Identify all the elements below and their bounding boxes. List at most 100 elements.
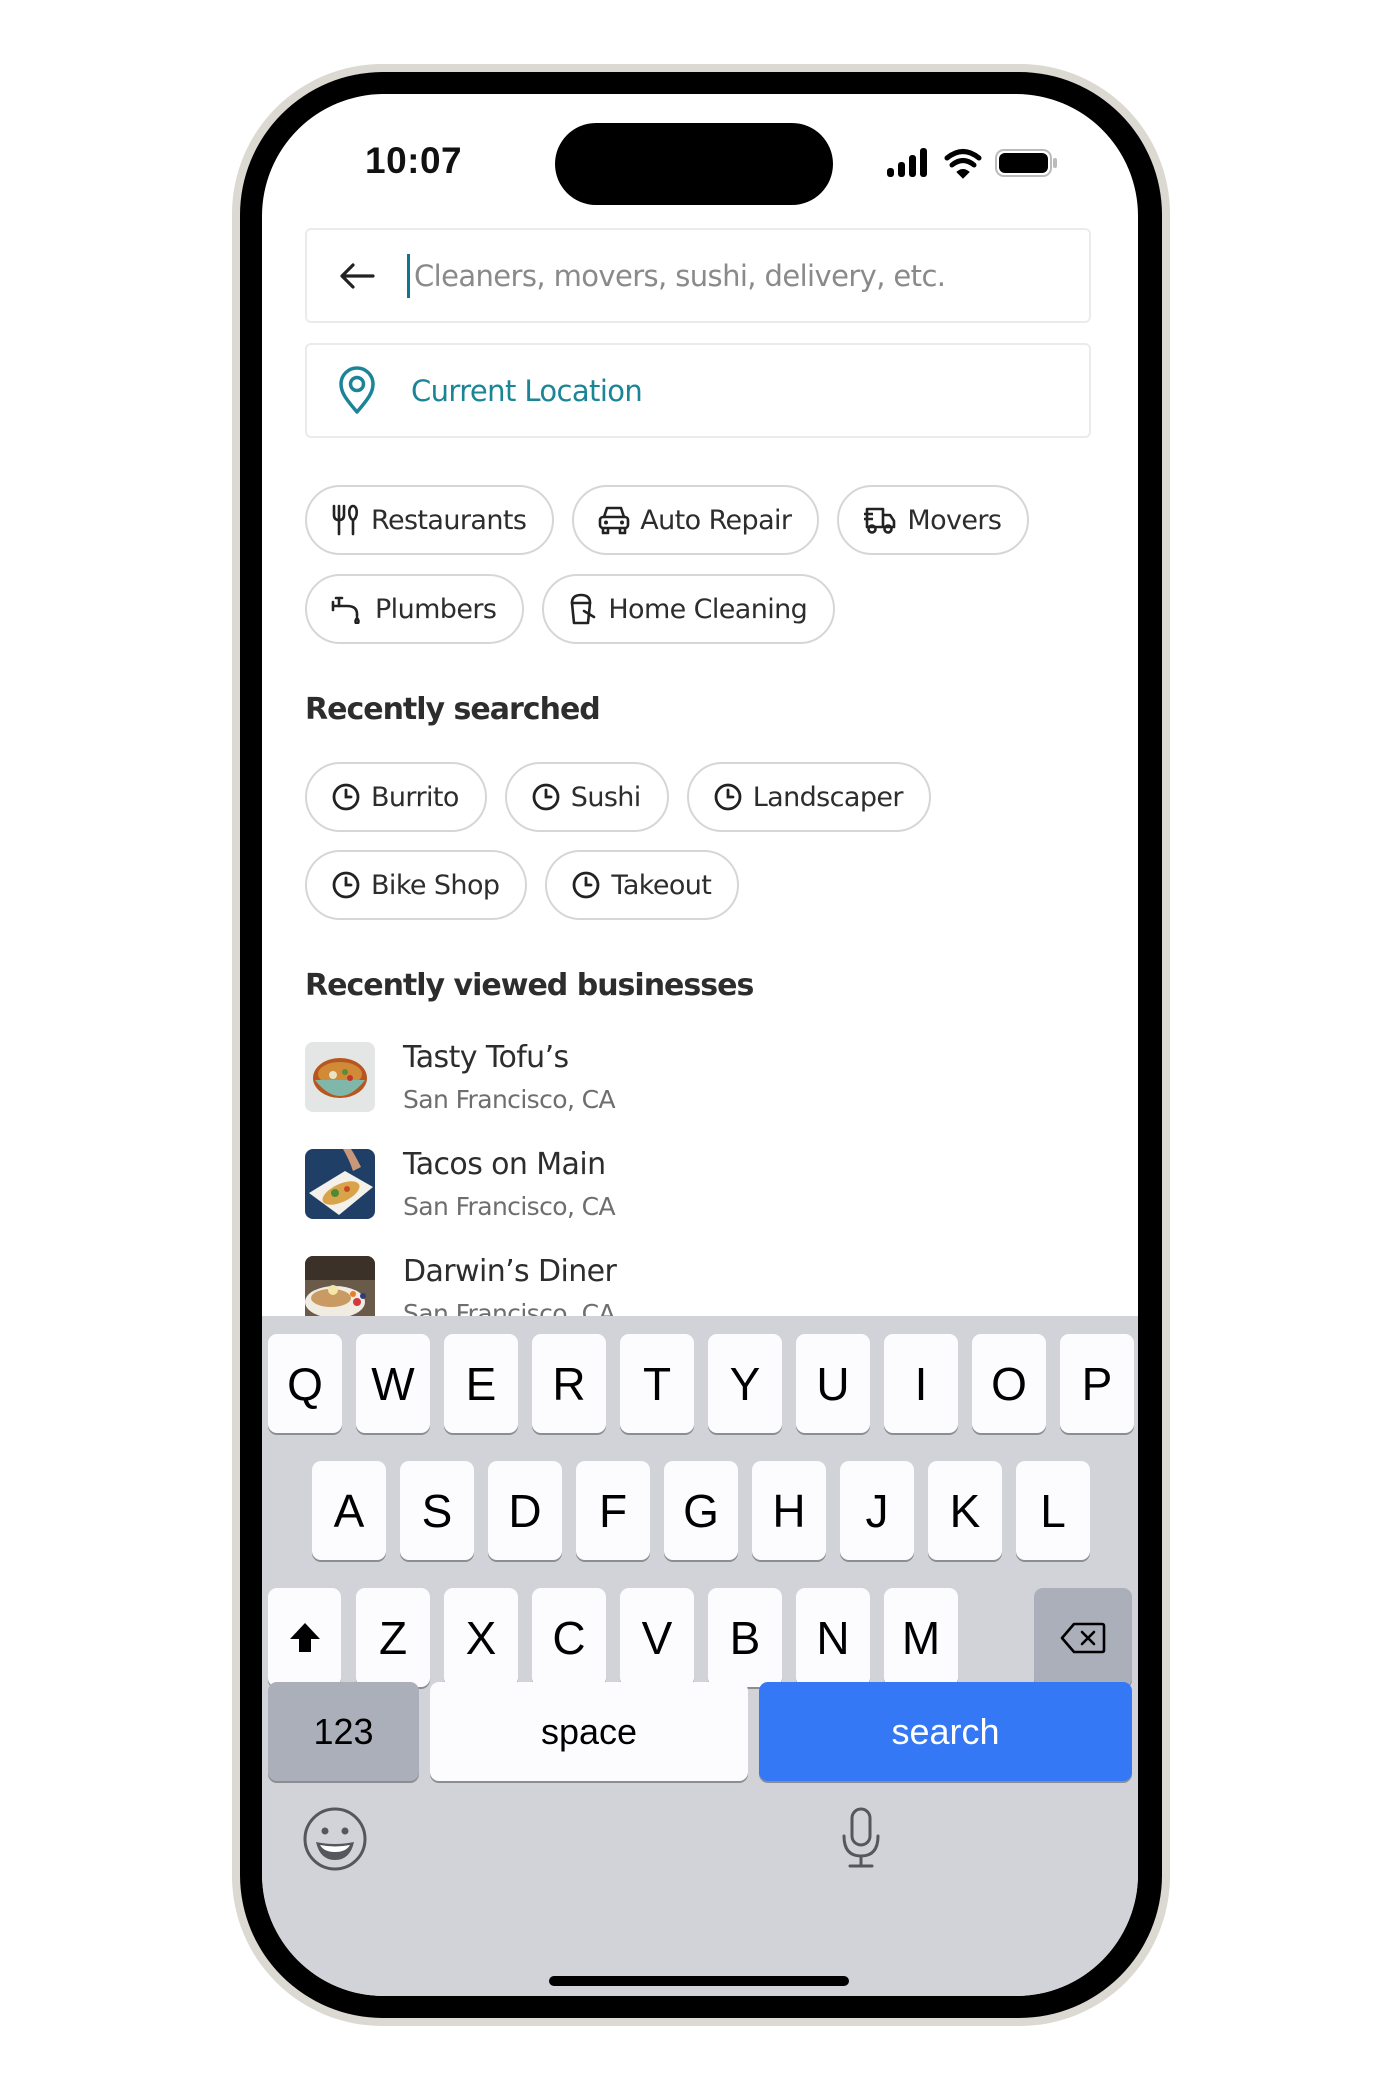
category-chips-row: Plumbers Home Cleaning — [305, 574, 836, 644]
recent-search-chip[interactable]: Bike Shop — [305, 850, 528, 920]
chip-label: Bike Shop — [371, 869, 500, 901]
microphone-icon — [842, 1807, 880, 1868]
chip-home-cleaning[interactable]: Home Cleaning — [542, 574, 836, 644]
chip-label: Movers — [907, 504, 1002, 536]
space-key-label: space — [540, 1710, 638, 1752]
clock-icon — [532, 783, 560, 811]
key-x[interactable]: X — [444, 1588, 518, 1687]
arrow-left-icon[interactable] — [307, 261, 407, 291]
location-field[interactable]: Current Location — [305, 343, 1091, 438]
truck-icon — [864, 507, 896, 534]
chip-label: Restaurants — [371, 504, 527, 536]
faucet-icon — [331, 596, 360, 624]
key-a[interactable]: A — [312, 1461, 386, 1560]
key-t[interactable]: T — [620, 1334, 694, 1433]
key-u[interactable]: U — [796, 1334, 870, 1433]
chip-label: Landscaper — [752, 781, 904, 813]
chip-plumbers[interactable]: Plumbers — [305, 574, 525, 644]
emoji-icon — [303, 1807, 367, 1871]
recently-searched-title: Recently searched — [305, 692, 601, 727]
chip-restaurants[interactable]: Restaurants — [305, 485, 555, 555]
emoji-button[interactable] — [302, 1806, 368, 1877]
chip-label: Plumbers — [375, 593, 497, 625]
chip-movers[interactable]: Movers — [837, 485, 1030, 555]
chip-auto-repair[interactable]: Auto Repair — [572, 485, 820, 555]
key-d[interactable]: D — [488, 1461, 562, 1560]
key-p[interactable]: P — [1060, 1334, 1134, 1433]
phone-screen: 10:07 Cleaners, movers, sushi, delivery,… — [262, 94, 1138, 1996]
search-key-label: search — [891, 1710, 1000, 1752]
numbers-key-label: 123 — [313, 1710, 374, 1752]
key-z[interactable]: Z — [356, 1588, 430, 1687]
key-m[interactable]: M — [884, 1588, 958, 1687]
clock-icon — [714, 783, 742, 811]
keyboard: QWERTYUIOP ASDFGHJKL ZXCVBNM 123 space s… — [262, 1316, 1138, 1996]
category-chips-row: Restaurants Auto Repair Movers — [305, 485, 1030, 555]
search-field[interactable] — [305, 228, 1091, 323]
key-e[interactable]: E — [444, 1334, 518, 1433]
shift-key[interactable] — [268, 1588, 341, 1687]
recent-search-chip[interactable]: Burrito — [305, 762, 487, 832]
chip-label: Auto Repair — [640, 504, 792, 536]
key-g[interactable]: G — [664, 1461, 738, 1560]
shift-icon — [289, 1622, 320, 1652]
business-location: San Francisco, CA — [403, 1085, 616, 1114]
business-location: San Francisco, CA — [403, 1192, 616, 1221]
key-h[interactable]: H — [752, 1461, 826, 1560]
battery-icon — [995, 149, 1057, 177]
recently-viewed-title: Recently viewed businesses — [305, 968, 754, 1003]
numbers-key[interactable]: 123 — [268, 1682, 419, 1781]
search-key[interactable]: search — [759, 1682, 1132, 1781]
recent-search-chip[interactable]: Takeout — [545, 850, 740, 920]
key-c[interactable]: C — [532, 1588, 606, 1687]
key-w[interactable]: W — [356, 1334, 430, 1433]
business-name: Tacos on Main — [403, 1147, 606, 1182]
delete-key[interactable] — [1034, 1588, 1132, 1687]
key-f[interactable]: F — [576, 1461, 650, 1560]
wifi-icon — [944, 149, 982, 179]
recent-search-chip[interactable]: Landscaper — [686, 762, 931, 832]
business-list-item[interactable]: Tasty Tofu’s San Francisco, CA — [305, 1038, 1005, 1138]
status-time: 10:07 — [365, 140, 463, 181]
recent-chips-row: Bike Shop Takeout — [305, 850, 740, 920]
key-b[interactable]: B — [708, 1588, 782, 1687]
backspace-icon — [1060, 1622, 1106, 1653]
business-name: Tasty Tofu’s — [403, 1040, 569, 1075]
key-q[interactable]: Q — [268, 1334, 342, 1433]
chip-label: Home Cleaning — [608, 593, 808, 625]
key-j[interactable]: J — [840, 1461, 914, 1560]
key-v[interactable]: V — [620, 1588, 694, 1687]
business-name: Darwin’s Diner — [403, 1254, 617, 1289]
key-y[interactable]: Y — [708, 1334, 782, 1433]
bucket-icon — [571, 593, 596, 625]
key-n[interactable]: N — [796, 1588, 870, 1687]
clock-icon — [332, 871, 360, 899]
car-icon — [598, 506, 630, 535]
dictation-button[interactable] — [832, 1806, 892, 1877]
business-thumbnail — [305, 1042, 375, 1112]
key-l[interactable]: L — [1016, 1461, 1090, 1560]
status-icons — [887, 146, 1067, 182]
chip-label: Sushi — [570, 781, 642, 813]
space-key[interactable]: space — [430, 1682, 748, 1781]
key-r[interactable]: R — [532, 1334, 606, 1433]
home-indicator[interactable] — [549, 1976, 849, 1986]
key-k[interactable]: K — [928, 1461, 1002, 1560]
clock-icon — [332, 783, 360, 811]
key-o[interactable]: O — [972, 1334, 1046, 1433]
utensils-icon — [332, 504, 359, 536]
location-label: Current Location — [411, 373, 643, 408]
chip-label: Takeout — [611, 869, 712, 901]
recent-search-chip[interactable]: Sushi — [504, 762, 669, 832]
business-thumbnail — [305, 1149, 375, 1219]
key-i[interactable]: I — [884, 1334, 958, 1433]
chip-label: Burrito — [371, 781, 459, 813]
key-s[interactable]: S — [400, 1461, 474, 1560]
recent-chips-row: Burrito Sushi Landscaper — [305, 762, 931, 832]
clock-icon — [573, 871, 600, 899]
search-input[interactable] — [407, 253, 1089, 298]
cellular-signal-icon — [887, 148, 927, 177]
dynamic-island — [555, 123, 833, 205]
business-list-item[interactable]: Tacos on Main San Francisco, CA — [305, 1145, 1005, 1245]
map-pin-icon — [307, 365, 407, 416]
